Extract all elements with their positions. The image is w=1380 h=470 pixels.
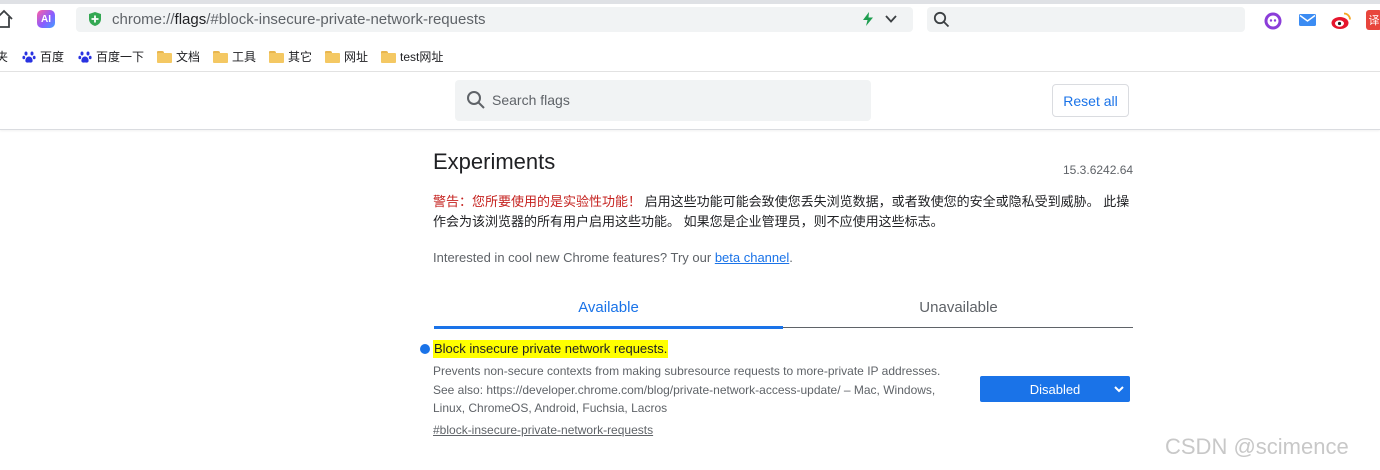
ai-assistant-button[interactable]: AI: [37, 10, 55, 28]
flag-state-value: Disabled: [1029, 381, 1081, 397]
url-path: /#block-insecure-private-network-request…: [206, 11, 486, 28]
bookmark-overflow-label[interactable]: 夹: [0, 49, 8, 65]
bookmark-label: 文档: [176, 50, 201, 64]
beta-channel-promo: Interested in cool new Chrome features? …: [433, 249, 793, 266]
url-scheme: chrome://: [112, 11, 175, 28]
browser-search-box[interactable]: [927, 7, 1245, 32]
flag-permalink[interactable]: #block-insecure-private-network-requests: [433, 422, 653, 438]
weibo-icon[interactable]: [1330, 11, 1352, 31]
page-title: Experiments: [433, 149, 556, 174]
bookmark-folder-other[interactable]: 其它: [269, 49, 312, 65]
version-label: 15.3.6242.64: [1063, 163, 1134, 177]
flag-title: Block insecure private network requests.: [433, 340, 669, 358]
address-bar-url[interactable]: chrome://flags/#block-insecure-private-n…: [112, 10, 486, 29]
bookmark-folder-urls[interactable]: 网址: [325, 49, 368, 65]
watermark-text: CSDN @scimence: [1165, 434, 1349, 459]
folder-icon: [213, 51, 228, 63]
folder-icon: [269, 51, 284, 63]
tab-available[interactable]: Available: [434, 286, 783, 328]
beta-channel-link[interactable]: beta channel: [715, 250, 789, 265]
reset-all-button[interactable]: Reset all: [1052, 84, 1129, 117]
promo-text: Interested in cool new Chrome features? …: [433, 250, 715, 265]
shield-icon: [89, 12, 101, 26]
bookmark-label: 百度: [40, 50, 65, 64]
ghost-extension-icon[interactable]: [1263, 11, 1283, 31]
bookmarks-bar: [0, 42, 1380, 72]
bookmark-label: 其它: [288, 50, 313, 64]
chevron-down-icon: [1114, 386, 1124, 393]
flag-description: Prevents non-secure contexts from making…: [433, 364, 941, 415]
bolt-icon[interactable]: [861, 11, 875, 27]
translate-extension-button[interactable]: 译: [1366, 10, 1380, 30]
mail-icon[interactable]: [1298, 12, 1317, 28]
url-host: flags: [174, 11, 207, 28]
flag-search-input[interactable]: [492, 88, 852, 112]
modified-flag-dot: [420, 344, 430, 354]
bookmark-label: 网址: [344, 50, 369, 64]
bookmark-folder-tools[interactable]: 工具: [213, 49, 256, 65]
bookmark-label: 百度一下: [96, 50, 145, 64]
bookmark-label: 工具: [232, 50, 257, 64]
bookmark-folder-test-urls[interactable]: test网址: [381, 49, 443, 65]
tab-unavailable[interactable]: Unavailable: [784, 286, 1133, 328]
bookmark-label: 夹: [0, 50, 9, 64]
warning-text: 警告：您所要使用的是实验性功能！ 启用这些功能可能会致使您丢失浏览数据，或者致使…: [433, 192, 1133, 232]
search-icon[interactable]: [933, 11, 950, 28]
folder-icon: [325, 51, 340, 63]
warning-emphasis: 警告：您所要使用的是实验性功能！: [433, 194, 642, 209]
home-icon[interactable]: [0, 8, 14, 30]
active-tab-indicator: [434, 326, 783, 329]
flag-state-select[interactable]: Disabled: [980, 376, 1130, 402]
bookmark-folder-docs[interactable]: 文档: [157, 49, 200, 65]
folder-icon: [381, 51, 396, 63]
baidu-paw-icon: [22, 51, 36, 63]
bookmark-baidu-yixia[interactable]: 百度一下: [78, 49, 144, 65]
search-icon: [467, 91, 485, 109]
promo-period: .: [789, 250, 793, 265]
bookmark-label: test网址: [400, 50, 444, 64]
chevron-down-icon[interactable]: [884, 13, 898, 25]
baidu-paw-icon: [78, 51, 92, 63]
folder-icon: [157, 51, 172, 63]
bookmark-baidu[interactable]: 百度: [22, 49, 64, 65]
